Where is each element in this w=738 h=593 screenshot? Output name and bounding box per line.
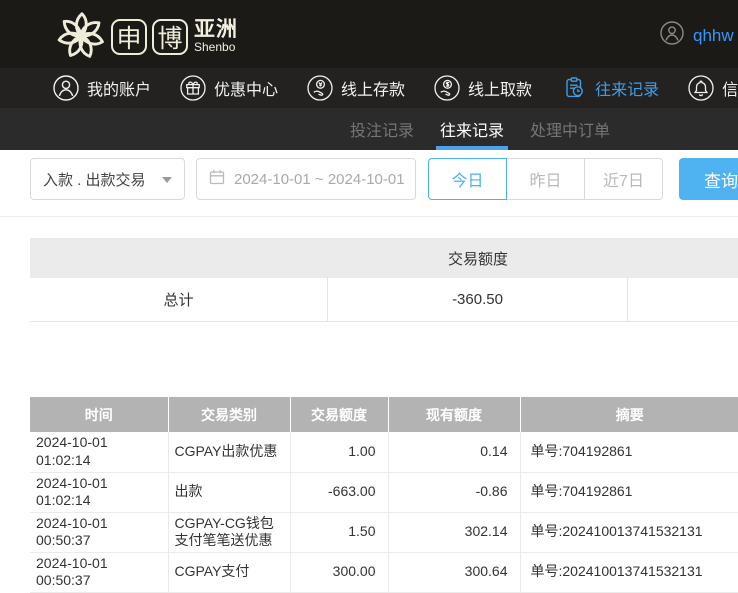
transactions-table: 时间 交易类别 交易额度 现有额度 摘要 2024-10-01 01:02:14… xyxy=(30,397,738,593)
nav-item-transaction-records[interactable]: 往来记录 xyxy=(561,75,659,101)
nav-item-label: 线上存款 xyxy=(341,82,406,99)
logo-region-text: 亚洲 xyxy=(194,18,238,42)
cell-amount: 1.00 xyxy=(290,432,389,473)
cell-balance: -0.86 xyxy=(388,472,521,513)
nav-item-label: 往来记录 xyxy=(595,82,660,99)
nav-item-label: 我的账户 xyxy=(87,82,152,99)
table-header-row: 时间 交易类别 交易额度 现有额度 摘要 xyxy=(30,397,738,432)
sub-nav: 投注记录 往来记录 处理中订单 xyxy=(0,108,738,150)
brand-logo[interactable]: 申 博 亚洲 Shenbo xyxy=(53,5,238,68)
cell-amount: -663.00 xyxy=(290,472,389,513)
summary-column-header: 交易额度 xyxy=(447,250,508,268)
tab-label: 处理中订单 xyxy=(530,123,611,140)
gift-icon xyxy=(180,75,206,101)
summary-total-row: 总计 -360.50 xyxy=(30,278,738,322)
nav-item-promotions[interactable]: 优惠中心 xyxy=(180,75,278,101)
cell-memo: 单号:202410013741532131 xyxy=(520,552,738,593)
column-header-amount: 交易额度 xyxy=(290,397,389,432)
cell-type: CGPAY出款优惠 xyxy=(168,432,291,473)
search-button[interactable]: 查询 xyxy=(679,158,738,200)
quick-range-group: 今日 昨日 近7日 xyxy=(428,158,663,200)
logo-brand-text: Shenbo xyxy=(194,40,236,55)
date-range-value: 2024-10-01 ~ 2024-10-01 xyxy=(234,170,405,188)
transaction-type-select[interactable]: 入款 . 出款交易 xyxy=(30,158,185,200)
withdraw-icon xyxy=(434,75,460,101)
top-bar: 申 博 亚洲 Shenbo qhhw xyxy=(0,0,738,68)
table-row: 2024-10-01 01:02:14 出款 -663.00 -0.86 单号:… xyxy=(30,472,738,513)
tab-label: 往来记录 xyxy=(440,123,505,140)
flower-logo-icon xyxy=(53,5,109,68)
summary-table: 交易额度 总计 -360.50 xyxy=(30,238,738,322)
user-icon xyxy=(53,75,79,101)
table-row: 2024-10-01 00:50:37 CGPAY-CG钱包支付笔笔送优惠 1.… xyxy=(30,512,738,553)
logo-char-shen: 申 xyxy=(111,18,147,55)
calendar-icon xyxy=(209,169,225,189)
table-row: 2024-10-01 01:02:14 CGPAY出款优惠 1.00 0.14 … xyxy=(30,432,738,473)
tab-label: 投注记录 xyxy=(350,123,415,140)
records-icon xyxy=(561,75,587,101)
quick-range-last7days-button[interactable]: 近7日 xyxy=(584,158,663,200)
cell-memo: 单号:704192861 xyxy=(520,432,738,473)
filter-bar: 入款 . 出款交易 2024-10-01 ~ 2024-10-01 今日 昨日 … xyxy=(0,150,738,217)
cell-type: CGPAY支付 xyxy=(168,552,291,593)
transaction-type-value: 入款 . 出款交易 xyxy=(43,171,146,189)
cell-type: 出款 xyxy=(168,472,291,513)
cell-balance: 302.14 xyxy=(388,512,521,553)
nav-item-label: 优惠中心 xyxy=(214,82,279,99)
cell-time: 2024-10-01 01:02:14 xyxy=(30,472,169,513)
nav-item-deposit[interactable]: 线上存款 xyxy=(307,75,405,101)
logo-characters: 申 博 xyxy=(111,18,188,55)
logo-region-block: 亚洲 Shenbo xyxy=(194,19,238,54)
main-nav: 我的账户 优惠中心 线上存款 线上取款 往来记录 信 xyxy=(0,68,738,108)
tab-bet-records[interactable]: 投注记录 xyxy=(350,108,414,150)
cell-balance: 300.64 xyxy=(388,552,521,593)
cell-time: 2024-10-01 00:50:37 xyxy=(30,512,169,553)
summary-header-row: 交易额度 xyxy=(30,238,738,278)
nav-item-label: 线上取款 xyxy=(468,82,533,99)
table-row: 2024-10-01 00:50:37 CGPAY支付 300.00 300.6… xyxy=(30,552,738,593)
nav-item-my-account[interactable]: 我的账户 xyxy=(53,75,151,101)
tab-pending-orders[interactable]: 处理中订单 xyxy=(530,108,610,150)
quick-range-yesterday-button[interactable]: 昨日 xyxy=(506,158,585,200)
column-header-memo: 摘要 xyxy=(520,397,738,432)
user-account[interactable]: qhhw xyxy=(660,21,734,50)
cell-type: CGPAY-CG钱包支付笔笔送优惠 xyxy=(168,512,291,553)
cell-time: 2024-10-01 00:50:37 xyxy=(30,552,169,593)
cell-amount: 1.50 xyxy=(290,512,389,553)
cell-memo: 单号:704192861 xyxy=(520,472,738,513)
deposit-icon xyxy=(307,75,333,101)
chevron-down-icon xyxy=(162,176,172,188)
cell-balance: 0.14 xyxy=(388,432,521,473)
cell-amount: 300.00 xyxy=(290,552,389,593)
username-text: qhhw xyxy=(693,25,734,45)
cell-memo: 单号:202410013741532131 xyxy=(520,512,738,553)
user-avatar-icon xyxy=(660,21,684,50)
tab-transaction-records[interactable]: 往来记录 xyxy=(436,108,509,150)
summary-total-value: -360.50 xyxy=(328,278,628,321)
summary-empty-cell xyxy=(628,278,738,321)
nav-item-label: 信息中心 xyxy=(722,82,738,99)
nav-item-messages[interactable]: 信息中心 xyxy=(688,75,738,101)
cell-time: 2024-10-01 01:02:14 xyxy=(30,432,169,473)
column-header-time: 时间 xyxy=(30,397,169,432)
column-header-type: 交易类别 xyxy=(168,397,291,432)
summary-row-label: 总计 xyxy=(30,278,328,321)
bell-icon xyxy=(688,75,714,101)
date-range-input[interactable]: 2024-10-01 ~ 2024-10-01 xyxy=(196,158,416,200)
nav-item-withdraw[interactable]: 线上取款 xyxy=(434,75,532,101)
quick-range-today-button[interactable]: 今日 xyxy=(428,158,507,200)
logo-char-bo: 博 xyxy=(152,18,188,55)
column-header-balance: 现有额度 xyxy=(388,397,521,432)
